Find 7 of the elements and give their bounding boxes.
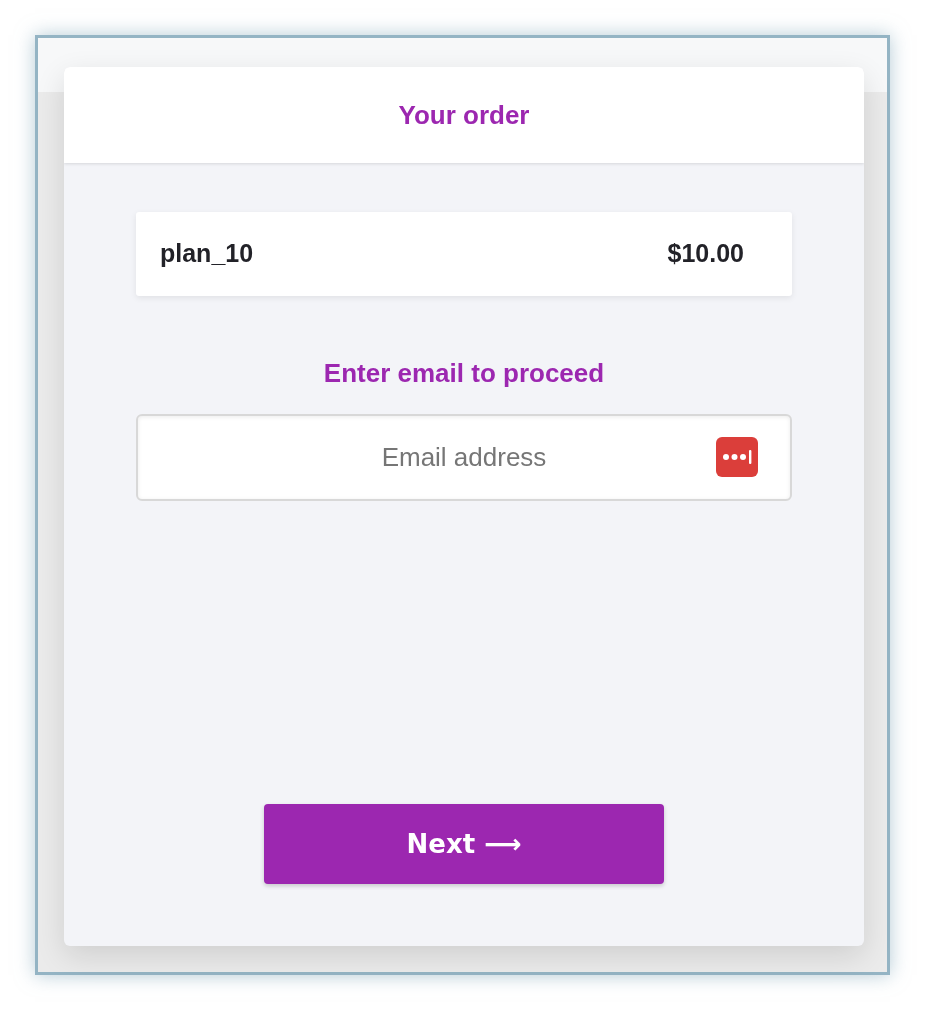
next-button[interactable]: Next ⟶: [264, 804, 664, 884]
order-title: Your order: [398, 98, 530, 132]
plan-name: plan_10: [160, 238, 254, 270]
password-manager-icon[interactable]: [716, 437, 758, 477]
email-heading: Enter email to proceed: [323, 357, 605, 389]
email-field[interactable]: Email address: [136, 414, 792, 501]
plan-price: $10.00: [667, 238, 744, 270]
